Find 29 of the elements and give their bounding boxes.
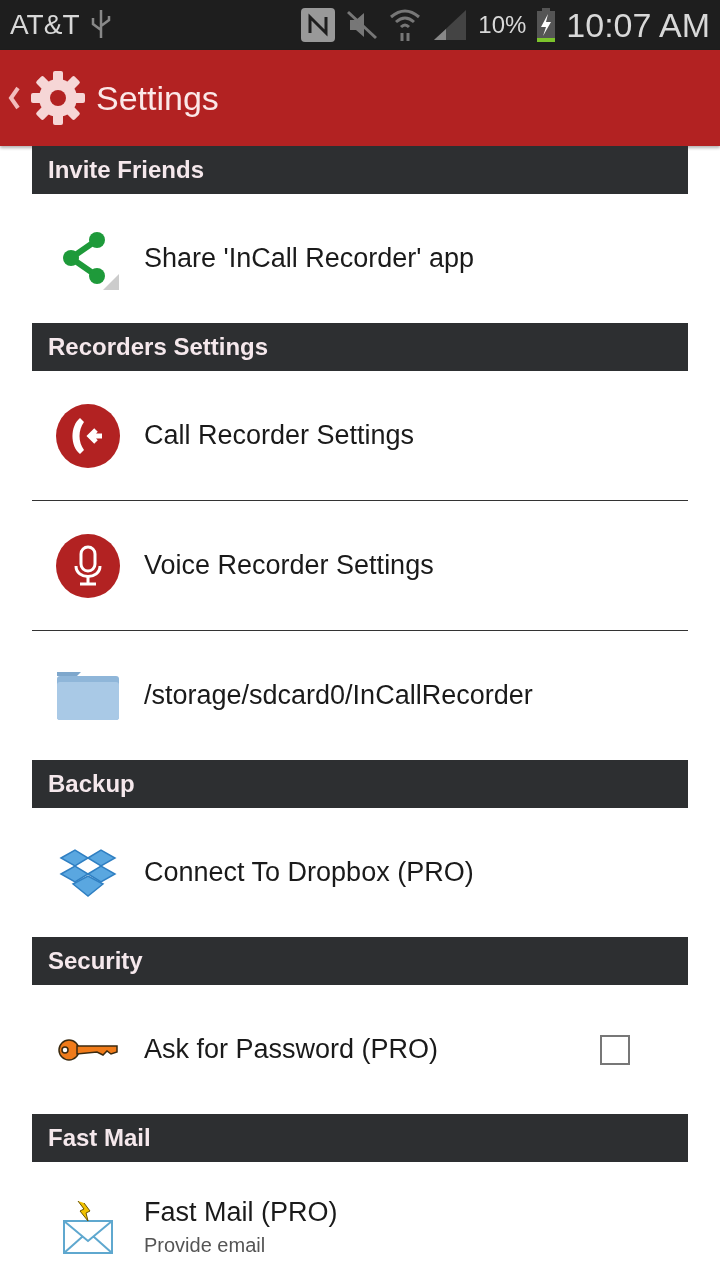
phone-icon xyxy=(56,403,120,468)
clock: 10:07 AM xyxy=(566,5,710,45)
dropbox-icon xyxy=(59,847,117,898)
battery-charging-icon xyxy=(536,8,557,42)
screen-title: Settings xyxy=(96,78,219,118)
section-title: Invite Friends xyxy=(48,156,205,184)
checkbox[interactable] xyxy=(600,1034,630,1065)
setting-label[interactable]: Connect To Dropbox (PRO) xyxy=(144,857,688,888)
setting-label[interactable]: Fast Mail (PRO) xyxy=(144,1196,688,1228)
settings-icon xyxy=(30,70,86,126)
setting-label[interactable]: Share 'InCall Recorder' app xyxy=(144,243,688,274)
battery-percent: 10% xyxy=(478,11,527,39)
section-title: Fast Mail xyxy=(48,1124,151,1152)
mail-icon xyxy=(60,1198,116,1255)
nfc-icon xyxy=(300,7,337,43)
section-title: Security xyxy=(48,947,143,975)
section-title: Recorders Settings xyxy=(48,333,269,361)
section-title: Backup xyxy=(48,770,135,798)
back-icon[interactable] xyxy=(8,86,20,110)
setting-label[interactable]: Ask for Password (PRO) xyxy=(144,1034,600,1065)
folder-icon xyxy=(55,669,121,722)
microphone-icon xyxy=(56,533,120,598)
setting-label[interactable]: Call Recorder Settings xyxy=(144,420,688,451)
setting-label[interactable]: /storage/sdcard0/InCallRecorder xyxy=(144,680,688,711)
carrier-label: AT&T xyxy=(10,9,80,41)
setting-label[interactable]: Voice Recorder Settings xyxy=(144,550,688,581)
signal-icon xyxy=(432,8,469,42)
setting-summary: Provide email xyxy=(144,1233,267,1257)
mute-icon xyxy=(346,10,379,40)
